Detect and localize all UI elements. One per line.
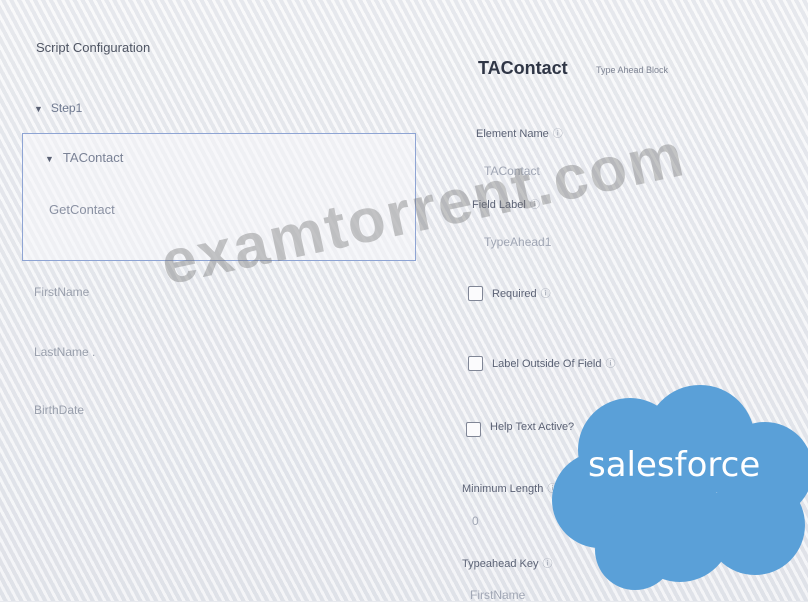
info-icon[interactable]: ⓘ	[553, 129, 563, 140]
tree-item-getcontact[interactable]: GetContact	[49, 202, 115, 217]
screenshot-screen: Script Configuration ▼ Step1 ▼ TAContact G…	[0, 0, 808, 602]
info-icon[interactable]: ⓘ	[541, 289, 551, 300]
typeahead-key-input[interactable]: FirstName	[470, 588, 525, 602]
required-checkbox[interactable]	[468, 286, 483, 301]
typeahead-key-label: Typeahead Key ⓘ	[462, 558, 553, 570]
required-label: Required ⓘ	[492, 288, 551, 300]
tree-group-label: TAContact	[62, 150, 124, 165]
element-type-label: Type Ahead Block	[596, 65, 669, 75]
tree-item-tacontact[interactable]: ▼ TAContact	[45, 150, 123, 165]
info-icon[interactable]: ⓘ	[605, 359, 615, 370]
caret-down-icon[interactable]: ▼	[34, 104, 43, 114]
minimum-length-input[interactable]: 0	[472, 514, 479, 528]
tree-item-step1[interactable]: ▼ Step1	[34, 101, 82, 115]
element-title: TAContact	[478, 58, 568, 78]
field-item-firstname[interactable]: FirstName	[34, 285, 89, 299]
field-label-input[interactable]: TypeAhead1	[484, 235, 551, 249]
help-text-checkbox[interactable]	[466, 422, 481, 437]
caret-down-icon[interactable]: ▼	[45, 154, 54, 164]
element-name-label: Element Name ⓘ	[476, 128, 563, 140]
salesforce-logo-icon	[552, 385, 808, 590]
field-item-birthdate[interactable]: BirthDate	[34, 403, 84, 417]
field-item-lastname[interactable]: LastName .	[34, 345, 95, 359]
script-configuration-title: Script Configuration	[36, 40, 151, 55]
label-outside-label: Label Outside Of Field ⓘ	[492, 358, 616, 370]
salesforce-logo-text: salesforce	[588, 445, 761, 485]
label-outside-checkbox[interactable]	[468, 356, 483, 371]
tree-step-label: Step1	[50, 101, 83, 115]
